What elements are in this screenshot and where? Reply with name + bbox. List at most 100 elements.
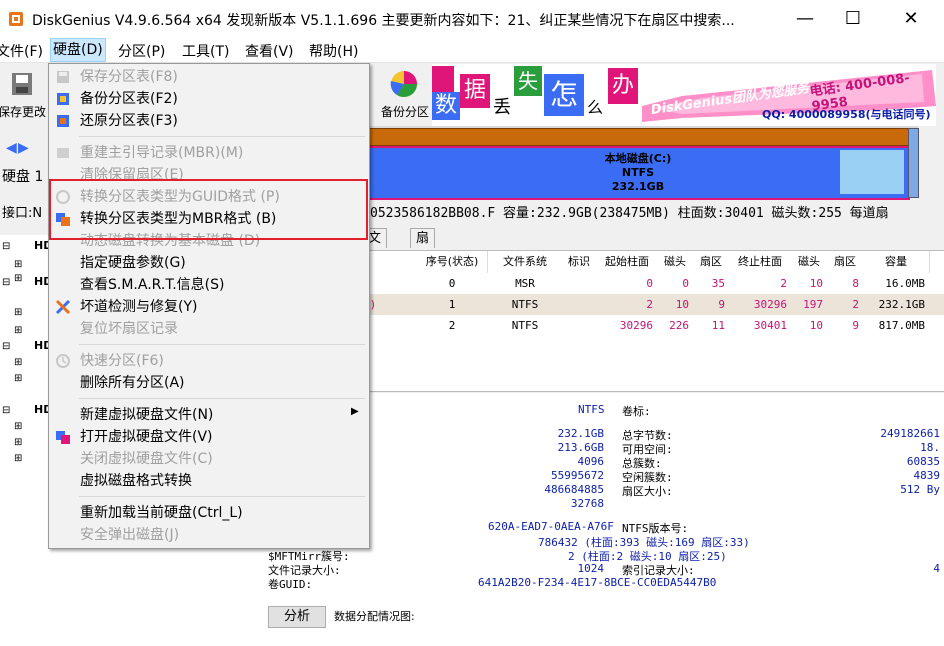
menu-convert-virtual-disk-format[interactable]: 虚拟磁盘格式转换 <box>80 470 192 492</box>
disk-info-text: 0523586182BB08.F 容量:232.9GB(238475MB) 柱面… <box>370 206 889 221</box>
banner-char <box>432 66 454 92</box>
disk-map-partition-c[interactable]: 本地磁盘(C:) NTFS 232.1GB <box>368 146 910 200</box>
col-header[interactable]: 起始柱面 <box>597 251 658 273</box>
menu-safe-eject-disk[interactable]: 安全弹出磁盘(J) <box>80 524 179 546</box>
tree-expander[interactable]: ⊞ <box>14 273 22 284</box>
table-row[interactable]: 2 NTFS 30296 226 11 30401 10 9 817.0MB <box>363 315 944 336</box>
save-partition-table-icon <box>57 71 69 83</box>
detail-value: 232.1GB <box>557 427 604 440</box>
col-header[interactable]: 序号(状态) <box>417 251 488 273</box>
menu-backup-partition-table[interactable]: 备份分区表(F2) <box>80 88 178 110</box>
tree-expander[interactable]: ⊞ <box>14 357 22 368</box>
menu-restore-partition-table[interactable]: 还原分区表(F3) <box>80 110 178 132</box>
menu-view-smart-info[interactable]: 查看S.M.A.R.T.信息(S) <box>80 274 224 296</box>
disk-map-recovery-segment[interactable] <box>908 128 919 198</box>
cell-end-head: 10 <box>809 277 823 290</box>
menu-tools[interactable]: 工具(T) <box>182 41 229 61</box>
cell-end-sector: 9 <box>852 319 859 332</box>
col-header[interactable]: 终止柱面 <box>729 251 792 273</box>
tree-expander[interactable]: ⊟ <box>2 405 10 416</box>
table-row-selected[interactable]: :) 1 NTFS 2 10 9 30296 197 2 232.1GB <box>363 294 944 315</box>
menu-bad-sector-check[interactable]: 坏道检测与修复(Y) <box>80 296 197 318</box>
col-header[interactable]: 磁头 <box>657 251 694 273</box>
col-header[interactable]: 文件系统 <box>489 251 562 273</box>
open-virtual-disk-icon <box>56 431 70 444</box>
menu-view[interactable]: 查看(V) <box>245 41 294 61</box>
tab-sector-editor[interactable]: 扇区编辑 <box>410 228 436 303</box>
tree-expander[interactable]: ⊟ <box>2 341 10 352</box>
detail-value: 32768 <box>570 497 604 510</box>
menu-reload-disk[interactable]: 重新加载当前硬盘(Ctrl_L) <box>80 502 243 524</box>
col-header[interactable]: 磁头 <box>791 251 828 273</box>
menu-save-partition-table[interactable]: 保存分区表(F8) <box>80 66 178 88</box>
table-row[interactable]: 0 MSR 0 0 35 2 10 8 16.0MB <box>363 273 944 294</box>
cell-start-head: 10 <box>675 298 689 311</box>
menu-rebuild-mbr[interactable]: 重建主引导记录(MBR)(M) <box>80 142 243 164</box>
menu-open-virtual-disk[interactable]: 打开虚拟硬盘文件(V) <box>80 426 213 448</box>
banner-char: 据 <box>460 74 490 108</box>
next-disk-arrow-icon[interactable]: ▶ <box>18 140 29 156</box>
maximize-button[interactable]: ☐ <box>830 0 876 38</box>
cell-end-cyl: 2 <box>780 277 787 290</box>
analyze-button[interactable]: 分析 <box>268 606 326 628</box>
detail-value: 55995672 <box>551 469 604 482</box>
highlight-box <box>49 179 368 240</box>
menu-disk[interactable]: 硬盘(D) <box>50 38 106 62</box>
menu-partition[interactable]: 分区(P) <box>118 41 165 61</box>
menu-reset-bad-sector-record[interactable]: 复位坏扇区记录 <box>80 318 178 340</box>
restore-partition-table-icon <box>57 115 69 127</box>
backup-partition-icon <box>390 71 418 98</box>
backup-partition-label: 备份分区 <box>381 105 430 119</box>
cell-capacity: 232.1GB <box>878 298 925 311</box>
menu-separator <box>79 496 365 497</box>
cell-capacity: 16.0MB <box>885 277 925 290</box>
detail-value: 18. <box>920 441 940 454</box>
minimize-button[interactable]: — <box>782 0 828 38</box>
detail-guid: 641A2B20-F234-4E17-8BCE-CC0EDA5447B0 <box>478 576 717 589</box>
tree-expander[interactable]: ⊞ <box>14 259 22 270</box>
menu-file[interactable]: 文件(F) <box>0 41 43 61</box>
menu-help[interactable]: 帮助(H) <box>309 41 358 61</box>
tree-expander[interactable]: ⊞ <box>14 421 22 432</box>
tree-expander[interactable]: ⊟ <box>2 241 10 252</box>
menu-new-virtual-disk[interactable]: 新建虚拟硬盘文件(N) <box>80 404 213 426</box>
cell-index: 0 <box>448 277 456 290</box>
col-header[interactable]: 扇区 <box>827 251 864 273</box>
cell-index: 1 <box>448 298 456 311</box>
disk-label: 硬盘 1 <box>2 169 44 185</box>
backup-partition-button[interactable]: 备份分区 <box>375 65 431 123</box>
col-header[interactable]: 标识 <box>561 251 598 273</box>
banner-char: 数 <box>432 92 460 120</box>
disk-map-msr-segment[interactable] <box>368 128 910 146</box>
partition-table: 序号(状态) 文件系统 标识 起始柱面 磁头 扇区 终止柱面 磁头 扇区 容量 … <box>362 250 944 392</box>
menu-delete-all-partitions[interactable]: 删除所有分区(A) <box>80 372 185 394</box>
rebuild-mbr-icon <box>57 148 69 158</box>
tree-expander[interactable]: ⊞ <box>14 307 22 318</box>
detail-fs: NTFS <box>578 403 605 416</box>
window-title: DiskGenius V4.9.6.564 x64 发现新版本 V5.1.1.6… <box>32 13 735 29</box>
tree-expander[interactable]: ⊟ <box>2 277 10 288</box>
save-changes-button[interactable]: 保存更改 <box>0 69 48 121</box>
banner-char: 怎 <box>544 74 584 116</box>
menu-quick-partition[interactable]: 快速分区(F6) <box>80 350 164 372</box>
tree-expander[interactable]: ⊞ <box>14 453 22 464</box>
col-header[interactable]: 容量 <box>863 251 930 273</box>
submenu-arrow-icon: ▶ <box>351 406 359 417</box>
detail-index-size: 4 <box>933 562 940 575</box>
col-header[interactable]: 扇区 <box>693 251 730 273</box>
tree-expander[interactable]: ⊞ <box>14 373 22 384</box>
interface-label: 接口:N <box>2 206 43 221</box>
tree-expander[interactable]: ⊞ <box>14 325 22 336</box>
cell-end-cyl: 30296 <box>753 298 787 311</box>
close-button[interactable]: ✕ <box>888 0 934 38</box>
tree-expander[interactable]: ⊞ <box>14 437 22 448</box>
promo-banner[interactable]: 数 据 丢 失 怎 么 办 DiskGenius团队为您服务 电话: 400-0… <box>432 64 936 126</box>
title-bar: DiskGenius V4.9.6.564 x64 发现新版本 V5.1.1.6… <box>0 0 944 38</box>
detail-value: 4839 <box>913 469 941 482</box>
menu-close-virtual-disk[interactable]: 关闭虚拟硬盘文件(C) <box>80 448 213 470</box>
cell-end-head: 197 <box>803 298 823 311</box>
menu-set-disk-parameters[interactable]: 指定硬盘参数(G) <box>80 252 186 274</box>
save-icon <box>12 73 32 95</box>
detail-value: 213.6GB <box>557 441 604 454</box>
prev-disk-arrow-icon[interactable]: ◀ <box>6 140 17 156</box>
